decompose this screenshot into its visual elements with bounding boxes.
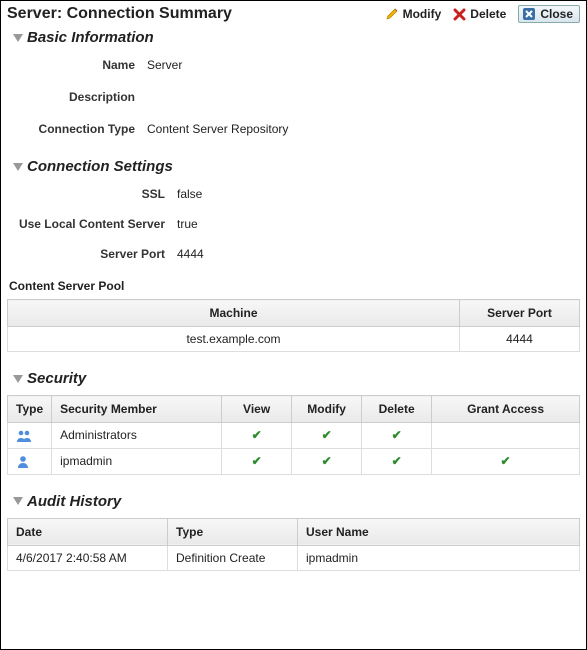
- user-icon: [16, 455, 30, 469]
- page-title: Server: Connection Summary: [7, 5, 232, 23]
- connection-type-label: Connection Type: [7, 122, 147, 136]
- audit-table: Date Type User Name 4/6/2017 2:40:58 AMD…: [7, 518, 580, 571]
- modify-button[interactable]: Modify: [385, 7, 442, 21]
- pool-table: Machine Server Port test.example.com4444: [7, 299, 580, 352]
- audit-col-type: Type: [168, 518, 298, 545]
- name-value: Server: [147, 58, 580, 72]
- header-row: Server: Connection Summary Modify Delete…: [7, 5, 580, 23]
- audit-type: Definition Create: [168, 545, 298, 570]
- sec-modify: ✔: [292, 423, 362, 449]
- section-security-header[interactable]: Security: [13, 370, 580, 387]
- check-icon: ✔: [392, 454, 402, 468]
- sec-type: [8, 423, 52, 449]
- collapse-icon: [13, 34, 23, 42]
- sec-grant: ✔: [432, 448, 580, 474]
- sec-col-grant: Grant Access: [432, 396, 580, 423]
- table-row[interactable]: 4/6/2017 2:40:58 AMDefinition Createipma…: [8, 545, 580, 570]
- ssl-value: false: [177, 187, 580, 201]
- audit-user: ipmadmin: [298, 545, 580, 570]
- security-table: Type Security Member View Modify Delete …: [7, 395, 580, 475]
- audit-col-user: User Name: [298, 518, 580, 545]
- port-value: 4444: [177, 247, 580, 261]
- sec-modify: ✔: [292, 448, 362, 474]
- sec-delete: ✔: [362, 423, 432, 449]
- sec-col-view: View: [222, 396, 292, 423]
- close-label: Close: [540, 7, 573, 21]
- description-value: [147, 90, 580, 104]
- description-label: Description: [7, 90, 147, 104]
- section-audit-header[interactable]: Audit History: [13, 493, 580, 510]
- delete-button[interactable]: Delete: [453, 7, 506, 21]
- table-row[interactable]: ipmadmin ✔ ✔ ✔ ✔: [8, 448, 580, 474]
- table-row[interactable]: test.example.com4444: [8, 327, 580, 352]
- close-icon: [522, 7, 536, 21]
- basic-info-body: Name Server Description Connection Type …: [7, 54, 580, 140]
- sec-view: ✔: [222, 423, 292, 449]
- sec-member: Administrators: [52, 423, 222, 449]
- check-icon: ✔: [392, 428, 402, 442]
- pool-col-machine: Machine: [8, 300, 460, 327]
- sec-delete: ✔: [362, 448, 432, 474]
- close-button[interactable]: Close: [518, 5, 580, 23]
- section-basic-header[interactable]: Basic Information: [13, 29, 580, 46]
- local-label: Use Local Content Server: [7, 217, 177, 231]
- table-row[interactable]: Administrators ✔ ✔ ✔: [8, 423, 580, 449]
- pool-machine: test.example.com: [8, 327, 460, 352]
- ssl-label: SSL: [7, 187, 177, 201]
- collapse-icon: [13, 497, 23, 505]
- sec-view: ✔: [222, 448, 292, 474]
- modify-label: Modify: [403, 7, 442, 21]
- collapse-icon: [13, 163, 23, 171]
- pool-port: 4444: [460, 327, 580, 352]
- audit-date: 4/6/2017 2:40:58 AM: [8, 545, 168, 570]
- sec-type: [8, 448, 52, 474]
- pencil-icon: [385, 7, 399, 21]
- section-basic-title: Basic Information: [27, 29, 154, 46]
- sec-col-modify: Modify: [292, 396, 362, 423]
- top-actions: Modify Delete Close: [385, 5, 580, 23]
- sec-col-member: Security Member: [52, 396, 222, 423]
- pool-col-port: Server Port: [460, 300, 580, 327]
- local-value: true: [177, 217, 580, 231]
- group-icon: [16, 429, 32, 443]
- sec-col-delete: Delete: [362, 396, 432, 423]
- collapse-icon: [13, 375, 23, 383]
- delete-label: Delete: [470, 7, 506, 21]
- conn-settings-body: SSL false Use Local Content Server true …: [7, 183, 580, 265]
- section-conn-title: Connection Settings: [27, 158, 173, 175]
- section-security-title: Security: [27, 370, 86, 387]
- check-icon: ✔: [501, 454, 511, 468]
- sec-col-type: Type: [8, 396, 52, 423]
- check-icon: ✔: [322, 454, 332, 468]
- pool-label: Content Server Pool: [9, 279, 580, 293]
- sec-member: ipmadmin: [52, 448, 222, 474]
- check-icon: ✔: [322, 428, 332, 442]
- check-icon: ✔: [252, 428, 262, 442]
- audit-col-date: Date: [8, 518, 168, 545]
- sec-grant: [432, 423, 580, 449]
- section-audit-title: Audit History: [27, 493, 121, 510]
- connection-type-value: Content Server Repository: [147, 122, 580, 136]
- check-icon: ✔: [252, 454, 262, 468]
- name-label: Name: [7, 58, 147, 72]
- connection-summary-frame: Server: Connection Summary Modify Delete…: [0, 0, 587, 650]
- section-conn-header[interactable]: Connection Settings: [13, 158, 580, 175]
- delete-icon: [453, 8, 466, 21]
- port-label: Server Port: [7, 247, 177, 261]
